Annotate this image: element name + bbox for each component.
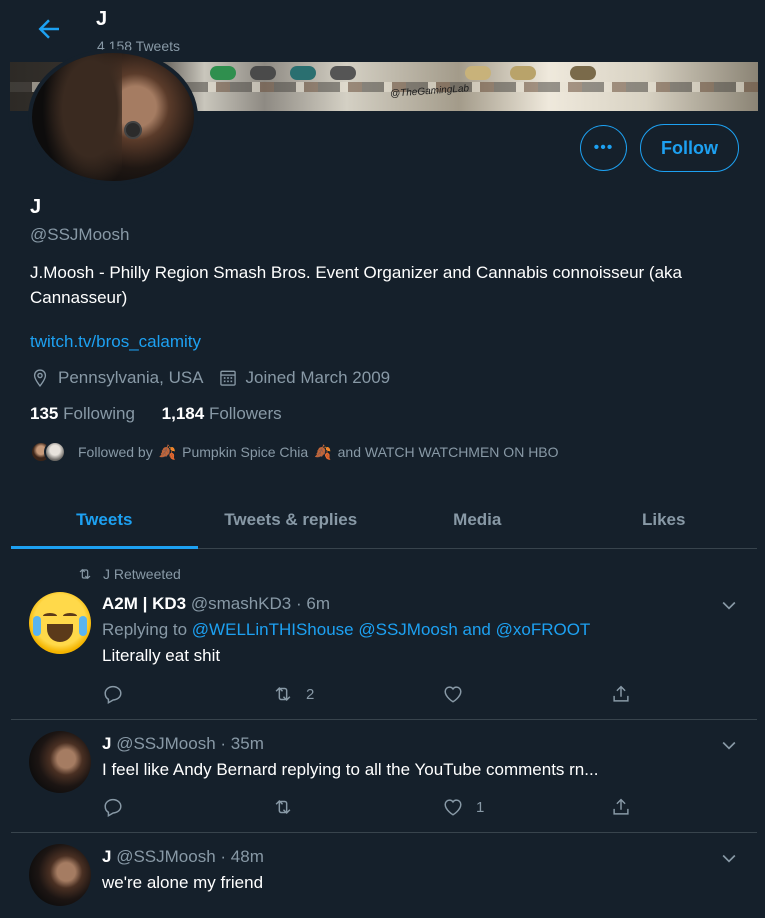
chevron-down-icon[interactable] <box>719 848 739 868</box>
retweet-icon <box>275 687 291 701</box>
reply-prefix: Replying to <box>102 620 188 639</box>
chevron-down-icon[interactable] <box>719 735 739 755</box>
header-name: J <box>96 8 108 30</box>
profile-handle: @SSJMoosh <box>30 225 130 244</box>
like-count: 1 <box>476 798 485 816</box>
follower-avatar <box>44 441 66 463</box>
retweet-indicator: J Retweeted <box>77 566 181 582</box>
followed-by-prefix: Followed by <box>78 444 153 460</box>
tab-tweets-replies[interactable]: Tweets & replies <box>198 492 385 548</box>
tweet-time[interactable]: · 6m <box>296 594 330 613</box>
tweet-author-name[interactable]: J <box>102 847 111 866</box>
location-icon <box>33 369 47 387</box>
profile-bio: J.Moosh - Philly Region Smash Bros. Even… <box>30 263 682 307</box>
retweet-button[interactable]: 2 <box>272 682 314 706</box>
reply-icon <box>104 685 122 704</box>
tweet-body: J @SSJMoosh · 48m we're alone my friend <box>102 847 717 893</box>
followers-link[interactable]: 1,184 Followers <box>162 404 282 423</box>
followers-count: 1,184 <box>161 404 205 423</box>
followed-by[interactable]: Followed by 🍂 Pumpkin Spice Chia 🍂 and W… <box>30 440 559 464</box>
back-arrow-icon[interactable] <box>34 14 64 44</box>
retweet-button[interactable] <box>272 795 306 819</box>
reply-button[interactable] <box>102 682 136 706</box>
profile-meta: Pennsylvania, USA Joined March 2009 <box>30 368 390 388</box>
tweet-author-name[interactable]: A2M | KD3 <box>102 594 186 613</box>
profile-link[interactable]: twitch.tv/bros_calamity <box>30 332 201 352</box>
like-icon <box>444 799 462 816</box>
tweet-author-handle[interactable]: @smashKD3 <box>191 594 291 613</box>
following-label: Following <box>63 404 135 423</box>
share-icon <box>613 798 629 815</box>
like-button[interactable]: 1 <box>442 795 484 819</box>
tweet-actions: 2 <box>102 682 642 706</box>
share-button[interactable] <box>610 682 644 706</box>
tweet-author-line: J @SSJMoosh · 48m <box>102 847 717 867</box>
like-icon <box>444 686 462 703</box>
tweet-avatar[interactable] <box>29 844 91 906</box>
followers-label: Followers <box>208 404 282 423</box>
followed-by-name: Pumpkin Spice Chia <box>182 444 309 460</box>
tweet-body: J @SSJMoosh · 35m I feel like Andy Berna… <box>102 734 717 780</box>
following-count: 135 <box>30 404 59 423</box>
tweet-actions: 1 <box>102 795 642 819</box>
reply-context: Replying to @WELLinTHIShouse @SSJMoosh a… <box>102 620 717 640</box>
profile-avatar[interactable] <box>28 49 198 185</box>
tweet[interactable]: J @SSJMoosh · 35m I feel like Andy Berna… <box>11 720 757 833</box>
leaf-emoji-icon: 🍂 <box>158 443 177 460</box>
reply-icon <box>104 798 122 817</box>
tweet-author-handle[interactable]: @SSJMoosh <box>116 734 215 753</box>
like-button[interactable] <box>442 682 476 706</box>
tweet-body: A2M | KD3 @smashKD3 · 6m Replying to @WE… <box>102 594 717 666</box>
followed-by-others: and WATCH WATCHMEN ON HBO <box>337 444 559 460</box>
chevron-down-icon[interactable] <box>719 595 739 615</box>
tweet-avatar[interactable] <box>29 592 91 654</box>
tweet-author-handle[interactable]: @SSJMoosh <box>116 847 215 866</box>
profile-tabs: Tweets Tweets & replies Media Likes <box>11 492 757 549</box>
follow-stats: 135 Following 1,184 Followers <box>30 404 282 424</box>
tweet-text: I feel like Andy Bernard replying to all… <box>102 760 599 779</box>
tweet-time[interactable]: · 48m <box>220 847 263 866</box>
leaf-emoji-icon: 🍂 <box>314 443 332 460</box>
profile-name: J <box>30 196 42 218</box>
retweet-icon <box>79 568 91 580</box>
retweet-icon <box>275 800 291 814</box>
tab-tweets[interactable]: Tweets <box>11 492 198 549</box>
retweet-label: J Retweeted <box>103 566 181 582</box>
tweet[interactable]: J @SSJMoosh · 48m we're alone my friend <box>11 833 757 918</box>
tweet-avatar[interactable] <box>29 731 91 793</box>
tweet-time[interactable]: · 35m <box>220 734 263 753</box>
following-link[interactable]: 135 Following <box>30 404 135 423</box>
profile-location: Pennsylvania, USA <box>58 368 204 387</box>
tweet[interactable]: J Retweeted A2M | KD3 @smashKD3 · 6m Rep… <box>11 550 757 720</box>
retweet-count: 2 <box>306 685 315 703</box>
reply-button[interactable] <box>102 795 136 819</box>
follow-button[interactable]: Follow <box>640 124 739 172</box>
tab-media[interactable]: Media <box>384 492 571 548</box>
tab-likes[interactable]: Likes <box>571 492 758 548</box>
tweet-author-name[interactable]: J <box>102 734 111 753</box>
calendar-icon <box>219 370 236 386</box>
profile-joined: Joined March 2009 <box>245 368 391 387</box>
more-options-button[interactable]: ••• <box>580 125 627 171</box>
share-button[interactable] <box>610 795 644 819</box>
tweet-author-line: A2M | KD3 @smashKD3 · 6m <box>102 594 717 614</box>
tweet-text: Literally eat shit <box>102 646 221 665</box>
reply-mentions[interactable]: @WELLinTHIShouse @SSJMoosh and @xoFROOT <box>192 620 591 639</box>
share-icon <box>613 685 629 702</box>
tweet-text: we're alone my friend <box>102 873 264 892</box>
tweet-author-line: J @SSJMoosh · 35m <box>102 734 717 754</box>
